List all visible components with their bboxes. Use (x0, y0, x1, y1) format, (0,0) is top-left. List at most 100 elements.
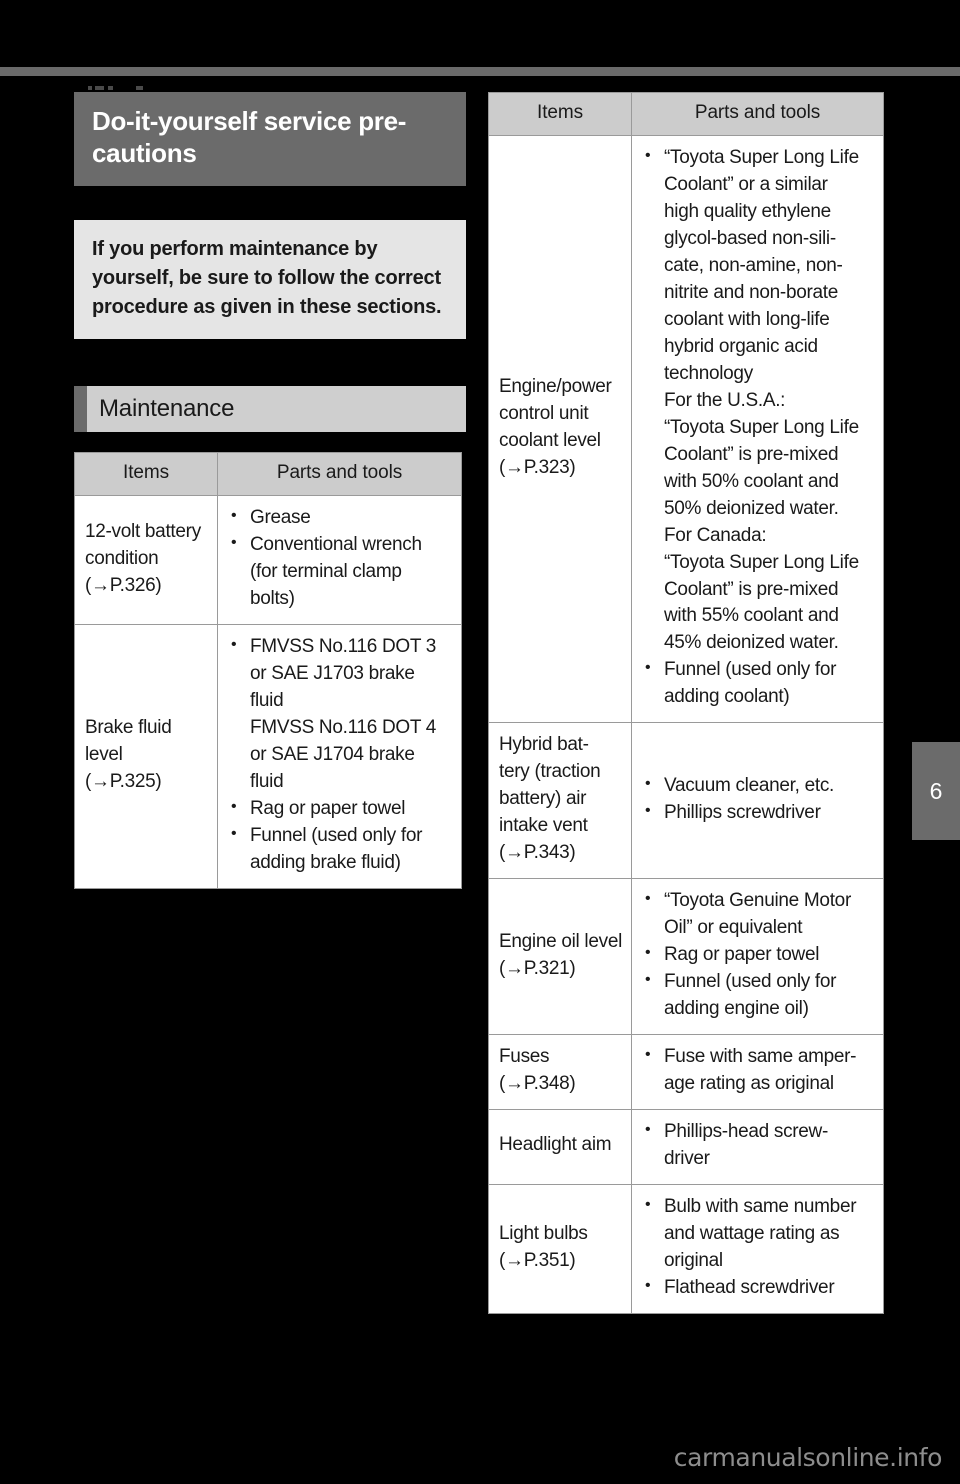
table-head: Items Parts and tools (74, 452, 462, 497)
chapter-title-banner: Do-it-yourself service pre-cautions (74, 86, 466, 186)
tools-list: Fuse with same amper-age rating as origi… (642, 1043, 875, 1098)
tools-line: original (664, 1249, 723, 1271)
tools-list-item: Funnel (used only for adding engine oil) (642, 968, 875, 1023)
cell-parts-and-tools: “Toyota Genuine Motor Oil” or equivalent R… (631, 878, 884, 1036)
page-reference[interactable]: (→P.321) (499, 956, 623, 983)
tools-line: with 55% coolant and (664, 605, 839, 627)
tools-line: 45% deionized water. (664, 632, 839, 654)
maintenance-table-right: Items Parts and tools Engine/power contr… (488, 92, 884, 1314)
page-top-rule (0, 67, 960, 76)
cell-parts-and-tools: Phillips-head screw-driver (631, 1108, 884, 1185)
tools-line: (for terminal clamp (250, 561, 402, 583)
cell-item: Engine oil level (→P.321) (488, 878, 632, 1036)
tools-list-item: “Toyota Super Long Life Coolant” or a sim… (642, 144, 875, 388)
page-reference[interactable]: (→P.348) (499, 1071, 623, 1098)
tools-line: adding engine oil) (664, 998, 809, 1020)
tools-line: adding brake fluid) (250, 851, 401, 873)
table-head: Items Parts and tools (488, 92, 884, 136)
tools-line: Phillips-head screw- (664, 1120, 829, 1142)
cell-item: Engine/power control unit coolant level (… (488, 134, 632, 724)
tools-line: glycol-based non-sili- (664, 227, 836, 249)
tools-line: “Toyota Genuine Motor (664, 890, 851, 912)
tools-list: Bulb with same number and wattage rating … (642, 1193, 875, 1302)
tools-list-item: Grease (228, 504, 453, 532)
cell-item: 12-volt battery condition (→P.326) (74, 495, 218, 626)
item-line: intake vent (499, 815, 588, 837)
tools-list: Vacuum cleaner, etc. Phillips screwdriver (642, 772, 875, 827)
tools-line: Bulb with same number (664, 1195, 857, 1217)
tools-list-item: Rag or paper towel (228, 795, 453, 823)
page-reference[interactable]: (→P.351) (499, 1248, 623, 1275)
tools-list: FMVSS No.116 DOT 3 or SAE J1703 brake flui… (228, 633, 453, 877)
tools-line: Coolant” is pre-mixed (664, 443, 839, 465)
tools-line: and wattage rating as (664, 1222, 840, 1244)
tools-line: Funnel (used only for (664, 659, 837, 681)
tools-line: nitrite and non-borate (664, 281, 839, 303)
chapter-number-tab: 6 (912, 742, 960, 840)
tools-line: Conventional wrench (250, 534, 422, 556)
tools-line: FMVSS No.116 DOT 4 (250, 717, 437, 739)
tools-list-item: Phillips-head screw-driver (642, 1118, 875, 1173)
tools-list-item: Vacuum cleaner, etc. (642, 772, 875, 800)
tools-list: Grease Conventional wrench (for terminal c… (228, 504, 453, 613)
tools-line: coolant with long-life (664, 308, 830, 330)
column-header-items: Items (74, 452, 218, 497)
item-line: tery (traction (499, 761, 601, 783)
tools-line: Funnel (used only for (250, 824, 423, 846)
chapter-number-label: 6 (929, 777, 943, 804)
tools-line: Grease (250, 507, 311, 529)
table-header-row: Items Parts and tools (74, 452, 462, 497)
tools-line: cate, non-amine, non- (664, 254, 843, 276)
table-row: Brake fluid level (→P.325) FMVSS No.116 DO… (74, 624, 462, 889)
tools-list-item: Funnel (used only for adding coolant) (642, 656, 875, 711)
page-reference[interactable]: (→P.326) (85, 573, 209, 600)
table-row: Hybrid bat-tery (traction battery) air int… (488, 722, 884, 880)
tools-list: Phillips-head screw-driver (642, 1118, 875, 1173)
tools-list: “Toyota Super Long Life Coolant” or a sim… (642, 144, 875, 711)
cell-item: Headlight aim (488, 1108, 632, 1185)
cell-item: Fuses (→P.348) (488, 1034, 632, 1110)
page-reference[interactable]: (→P.325) (85, 769, 209, 796)
column-header-parts-and-tools: Parts and tools (631, 92, 884, 136)
tools-line: age rating as original (664, 1073, 834, 1094)
tools-line: with 50% coolant and (664, 470, 839, 492)
page-reference[interactable]: (→P.323) (499, 455, 623, 482)
cell-item: Light bulbs (→P.351) (488, 1183, 632, 1314)
column-header-items: Items (488, 92, 632, 136)
item-label: Fuses (499, 1046, 550, 1068)
section-heading-label: Maintenance (99, 395, 235, 423)
cell-parts-and-tools: Bulb with same number and wattage rating … (631, 1183, 884, 1314)
item-label: Headlight aim (499, 1134, 612, 1156)
item-label: Engine/power control unit coolant level (499, 376, 612, 452)
tools-list-item: FMVSS No.116 DOT 3 or SAE J1703 brake flui… (228, 633, 453, 715)
tools-line: fluid (250, 771, 284, 793)
table-row: Headlight aim Phillips-head screw-driver (488, 1108, 884, 1185)
tools-list-item: Rag or paper towel (642, 941, 875, 969)
tools-line: bolts) (250, 588, 295, 610)
intro-note-text: If you perform maintenance by yourself, … (92, 237, 442, 318)
table-row: Light bulbs (→P.351) Bulb with same number… (488, 1183, 884, 1314)
item-line: battery) air (499, 788, 587, 810)
tools-line: Vacuum cleaner, etc. (664, 774, 835, 796)
intro-note-box: If you perform maintenance by yourself, … (74, 219, 466, 340)
tools-line: “Toyota Super Long Life (664, 147, 859, 168)
tools-list-item: Flathead screwdriver (642, 1274, 875, 1302)
item-label: Brake fluid level (85, 717, 172, 766)
tools-line: “Toyota Super Long Life (664, 551, 859, 573)
tools-line: Rag or paper towel (250, 798, 406, 820)
tools-list-item: For the U.S.A.: “Toyota Super Long Life Co… (642, 388, 875, 658)
item-label: 12-volt battery condition (85, 520, 201, 569)
table-body: Engine/power control unit coolant level (… (488, 134, 884, 1314)
site-watermark: carmanualsonline.info (673, 1443, 943, 1472)
crop-marks-decoration (88, 84, 208, 92)
tools-list-item: FMVSS No.116 DOT 4 or SAE J1704 brake flui… (228, 715, 453, 796)
item-label: Engine oil level (499, 930, 623, 952)
tools-line: Coolant” is pre-mixed (664, 578, 839, 600)
tools-list-item: Phillips screwdriver (642, 799, 875, 827)
tools-line: Oil” or equivalent (664, 917, 803, 939)
table-row: Fuses (→P.348) Fuse with same amper-age ra… (488, 1034, 884, 1110)
tools-line: high quality ethylene (664, 200, 831, 222)
page-reference[interactable]: (→P.343) (499, 840, 623, 867)
tools-list-item: Conventional wrench (for terminal clamp bo… (228, 531, 453, 613)
item-label: Light bulbs (499, 1222, 588, 1244)
